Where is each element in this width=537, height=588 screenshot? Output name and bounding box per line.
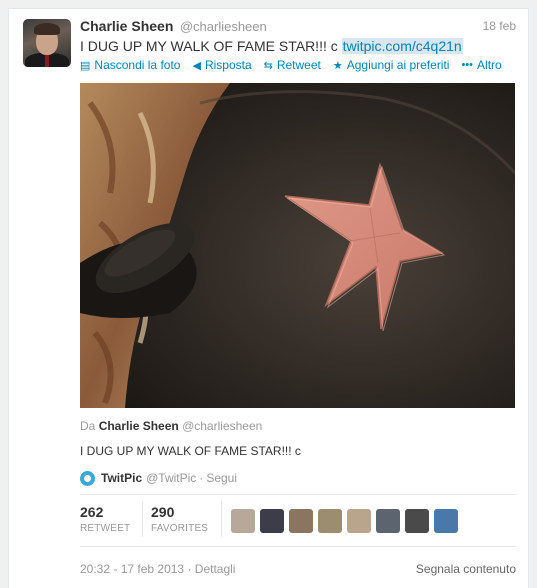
tweet-footer: 20:32 - 17 feb 2013 · Dettagli Segnala c… bbox=[80, 562, 516, 576]
author-handle[interactable]: @charliesheen bbox=[180, 19, 267, 34]
media-attribution: Da Charlie Sheen @charliesheen bbox=[80, 419, 262, 433]
source-handle[interactable]: @TwitPic bbox=[146, 471, 196, 485]
reply-button[interactable]: ◀ Risposta bbox=[192, 58, 251, 72]
attribution-handle[interactable]: @charliesheen bbox=[182, 419, 262, 433]
details-link[interactable]: Dettagli bbox=[195, 562, 236, 576]
attribution-name[interactable]: Charlie Sheen bbox=[99, 419, 179, 433]
favorites-stat[interactable]: 290 FAVORITES bbox=[151, 504, 208, 534]
more-button[interactable]: ••• Altro bbox=[461, 58, 501, 72]
media-caption: I DUG UP MY WALK OF FAME STAR!!! c bbox=[80, 444, 301, 458]
hide-photo-label: Nascondi la foto bbox=[94, 58, 181, 72]
photo-image bbox=[80, 83, 515, 408]
stats-separator bbox=[221, 501, 222, 537]
tweet-photo[interactable] bbox=[80, 83, 515, 408]
tweet-card: Charlie Sheen @charliesheen 18 feb I DUG… bbox=[8, 8, 529, 588]
favoriter-avatar[interactable] bbox=[405, 509, 429, 533]
favorite-button[interactable]: ★ Aggiungi ai preferiti bbox=[333, 58, 450, 72]
stats-separator bbox=[142, 501, 143, 537]
stats-top-divider bbox=[80, 494, 516, 495]
tweet-text: I DUG UP MY WALK OF FAME STAR!!! c twitp… bbox=[80, 38, 463, 54]
tweet-body: I DUG UP MY WALK OF FAME STAR!!! c bbox=[80, 38, 342, 54]
media-source: TwitPic @TwitPic · Segui bbox=[80, 469, 237, 487]
retweet-label: Retweet bbox=[276, 58, 321, 72]
retweet-icon: ⇆ bbox=[263, 59, 273, 72]
source-separator: · bbox=[199, 471, 204, 485]
tweet-link[interactable]: twitpic.com/c4q21n bbox=[341, 38, 463, 54]
favoriter-avatar[interactable] bbox=[347, 509, 371, 533]
favorites-label: FAVORITES bbox=[151, 523, 209, 534]
author-name[interactable]: Charlie Sheen bbox=[80, 18, 173, 34]
retweets-count: 262 bbox=[80, 504, 104, 520]
favoriter-avatar[interactable] bbox=[260, 509, 284, 533]
retweets-stat[interactable]: 262 RETWEET bbox=[80, 504, 130, 534]
tweet-timestamp[interactable]: 20:32 - 17 feb 2013 bbox=[80, 562, 184, 576]
hide-photo-button[interactable]: ▤ Nascondi la foto bbox=[80, 58, 180, 72]
photo-icon: ▤ bbox=[80, 59, 91, 72]
favoriters-list bbox=[231, 509, 463, 533]
favoriter-avatar[interactable] bbox=[434, 509, 458, 533]
follow-link[interactable]: Segui bbox=[206, 471, 237, 485]
timestamp-group: 20:32 - 17 feb 2013 · Dettagli bbox=[80, 562, 235, 576]
report-link[interactable]: Segnala contenuto bbox=[416, 562, 516, 576]
twitpic-logo-icon bbox=[80, 470, 95, 486]
favorites-count: 290 bbox=[151, 504, 175, 520]
reply-label: Risposta bbox=[204, 58, 252, 72]
tweet-header: Charlie Sheen @charliesheen 18 feb bbox=[80, 18, 516, 36]
retweet-button[interactable]: ⇆ Retweet bbox=[264, 58, 321, 72]
favoriter-avatar[interactable] bbox=[289, 509, 313, 533]
tweet-date[interactable]: 18 feb bbox=[483, 19, 516, 33]
source-name[interactable]: TwitPic bbox=[101, 471, 142, 485]
author-avatar[interactable] bbox=[23, 19, 71, 67]
favoriter-avatar[interactable] bbox=[318, 509, 342, 533]
favoriter-avatar[interactable] bbox=[231, 509, 255, 533]
star-icon: ★ bbox=[332, 59, 343, 72]
favorite-label: Aggiungi ai preferiti bbox=[346, 58, 450, 72]
stats-bottom-divider bbox=[80, 546, 516, 547]
attribution-prefix: Da bbox=[80, 419, 96, 433]
details-separator: · bbox=[187, 562, 192, 576]
tweet-actions: ▤ Nascondi la foto ◀ Risposta ⇆ Retweet … bbox=[80, 57, 516, 73]
favoriter-avatar[interactable] bbox=[376, 509, 400, 533]
more-icon: ••• bbox=[461, 59, 474, 71]
reply-icon: ◀ bbox=[192, 59, 201, 72]
retweets-label: RETWEET bbox=[80, 523, 131, 534]
more-label: Altro bbox=[477, 58, 502, 72]
